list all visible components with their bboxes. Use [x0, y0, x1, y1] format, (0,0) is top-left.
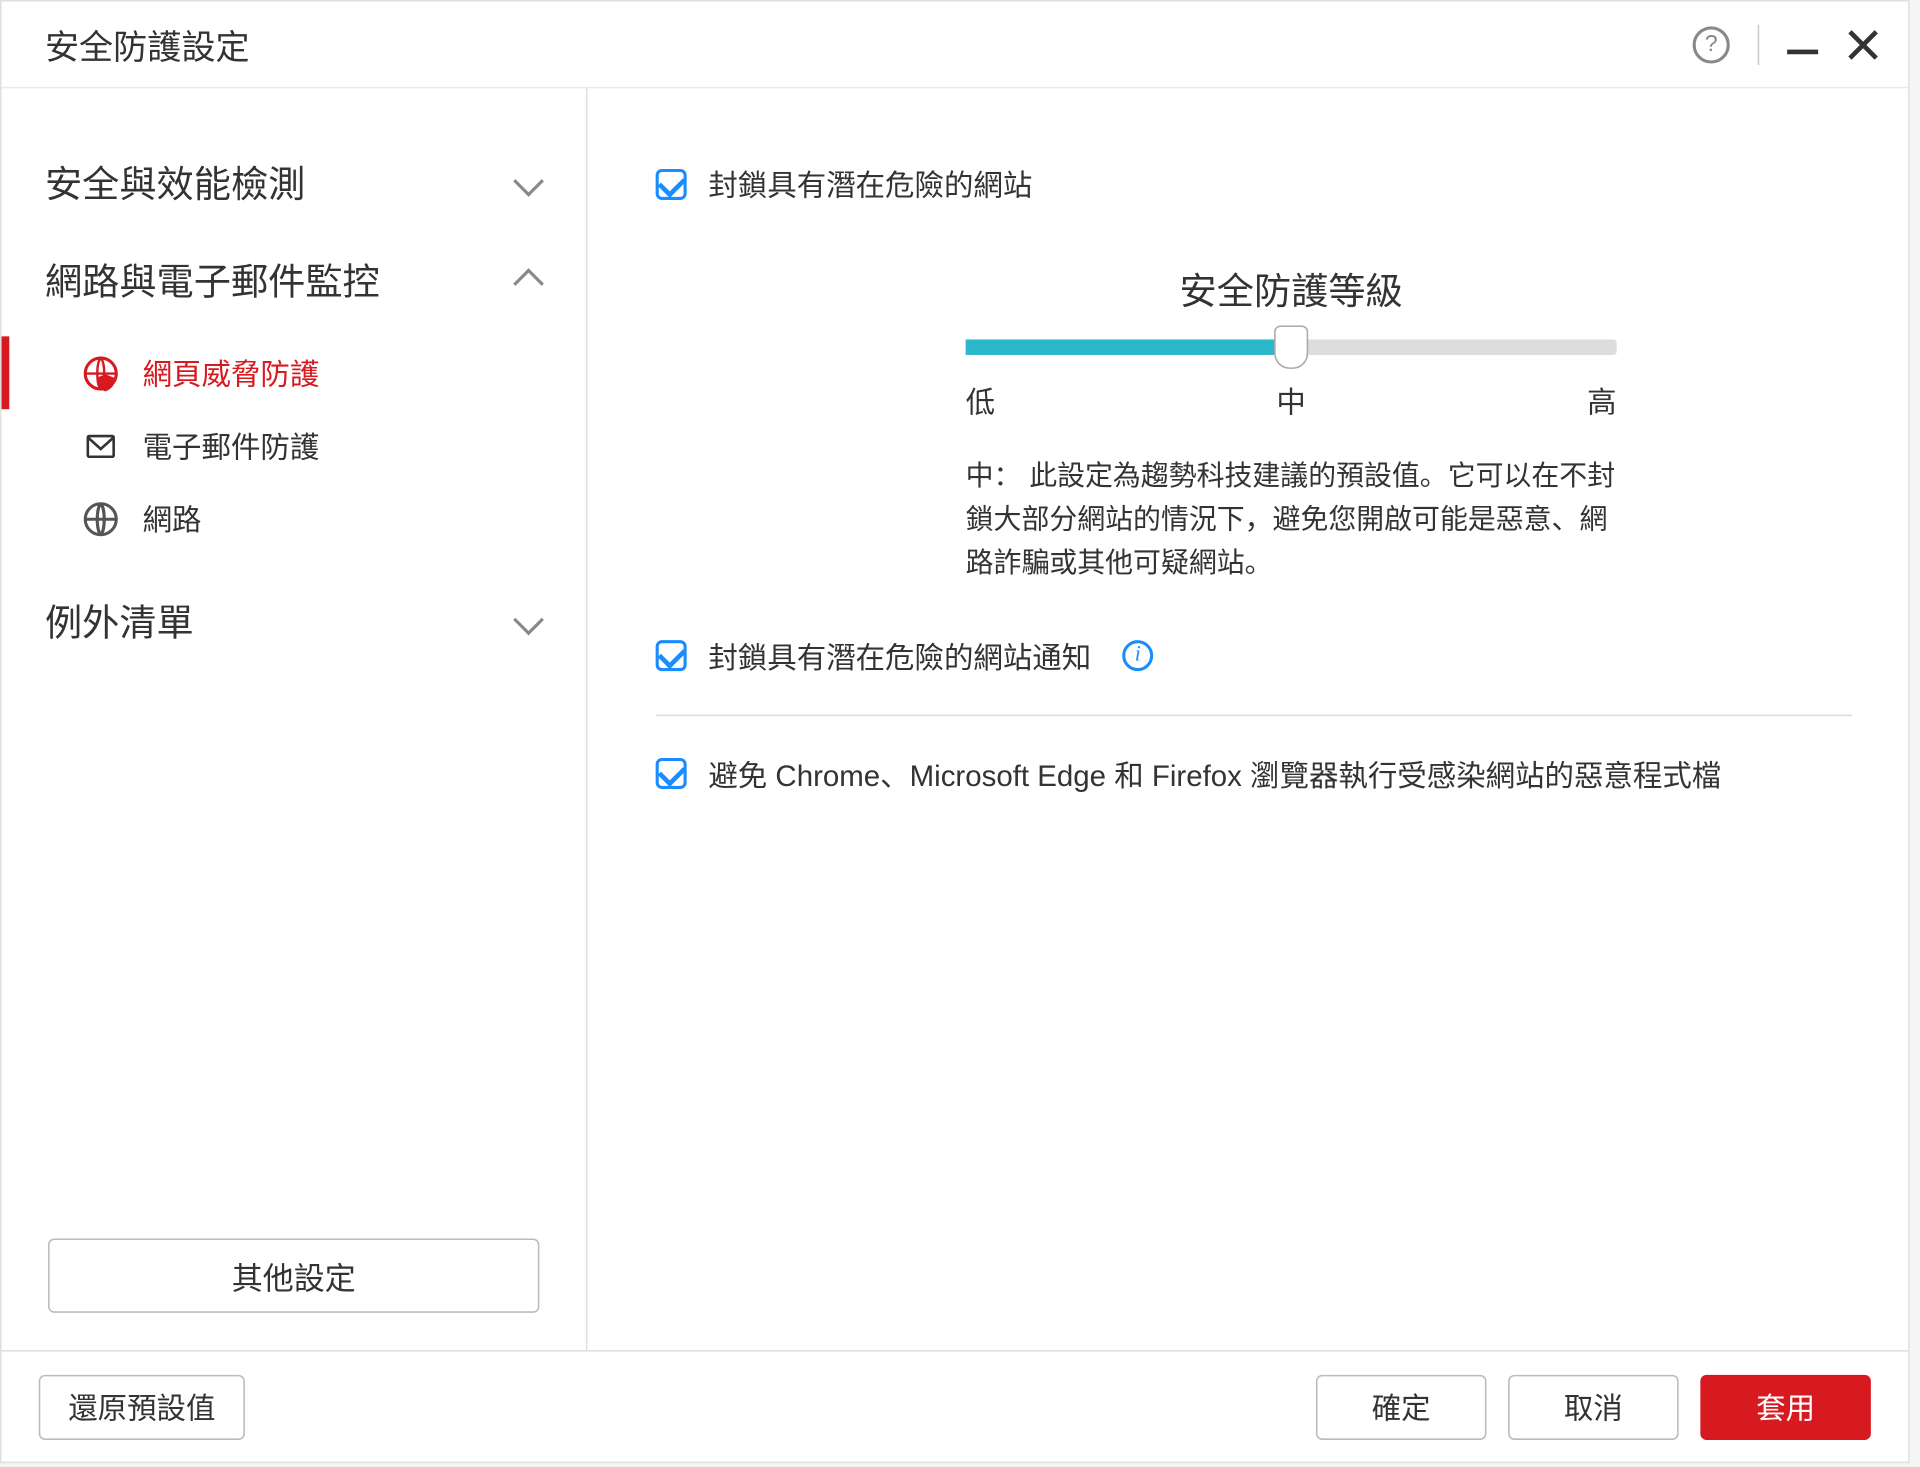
button-label: 取消 [1564, 1386, 1623, 1428]
other-settings-button[interactable]: 其他設定 [48, 1238, 539, 1312]
content-panel: 封鎖具有潛在危險的網站 安全防護等級 低 中 高 中： 此設定為趨勢科技建議的預… [587, 88, 1908, 1350]
close-icon[interactable] [1846, 27, 1880, 61]
slider-labels: 低 中 高 [966, 380, 1617, 422]
button-label: 還原預設值 [68, 1386, 215, 1428]
sidebar-item-network[interactable]: 網路 [2, 482, 586, 555]
checkbox-browser-protection[interactable] [656, 758, 687, 789]
button-label: 確定 [1372, 1386, 1431, 1428]
divider [656, 714, 1853, 716]
slider-description: 中： 此設定為趨勢科技建議的預設值。它可以在不封鎖大部分網站的情況下，避免您開啟… [966, 456, 1617, 586]
slider-label-high: 高 [1587, 380, 1616, 422]
chevron-down-icon [513, 165, 544, 196]
check-block-risky-sites: 封鎖具有潛在危險的網站 [656, 150, 1853, 217]
globe-net-icon [81, 498, 121, 538]
sidebar-item-label: 電子郵件防護 [143, 425, 320, 467]
other-settings-label: 其他設定 [232, 1253, 356, 1298]
window-title: 安全防護設定 [45, 19, 1693, 69]
chevron-down-icon [513, 604, 544, 635]
apply-button[interactable]: 套用 [1700, 1374, 1871, 1439]
sidebar-section-network-mail[interactable]: 網路與電子郵件監控 [2, 229, 586, 327]
window-controls: ? [1693, 24, 1881, 64]
slider-label-low: 低 [966, 380, 995, 422]
ok-button[interactable]: 確定 [1316, 1374, 1487, 1439]
check-label: 避免 Chrome、Microsoft Edge 和 Firefox 瀏覽器執行… [708, 753, 1721, 795]
check-block-notifications: 封鎖具有潛在危險的網站通知 i [656, 623, 1853, 690]
sidebar-section-label: 例外清單 [45, 592, 194, 646]
sidebar-item-label: 網路 [143, 498, 202, 540]
sidebar-section-label: 網路與電子郵件監控 [45, 251, 380, 305]
slider-label-mid: 中 [1276, 380, 1305, 422]
sidebar-item-label: 網頁威脅防護 [143, 352, 320, 394]
info-icon[interactable]: i [1122, 640, 1153, 671]
globe-shield-icon [81, 353, 121, 393]
mail-icon [81, 425, 121, 465]
minimize-icon[interactable] [1787, 50, 1818, 55]
sidebar-section-exceptions[interactable]: 例外清單 [2, 570, 586, 668]
sidebar-section-security-performance[interactable]: 安全與效能檢測 [2, 132, 586, 230]
sidebar-section-label: 安全與效能檢測 [45, 153, 305, 207]
check-label: 封鎖具有潛在危險的網站通知 [708, 635, 1091, 677]
check-browser-protection: 避免 Chrome、Microsoft Edge 和 Firefox 瀏覽器執行… [656, 740, 1853, 807]
slider-fill [966, 339, 1291, 355]
slider-track[interactable] [966, 339, 1617, 355]
footer: 還原預設值 確定 取消 套用 [2, 1350, 1908, 1462]
sidebar-item-mail-protect[interactable]: 電子郵件防護 [2, 409, 586, 482]
sidebar: 安全與效能檢測 網路與電子郵件監控 網頁威脅防護 電子 [2, 88, 588, 1350]
protection-level-block: 安全防護等級 低 中 高 中： 此設定為趨勢科技建議的預設值。它可以在不封鎖大部… [966, 260, 1617, 585]
button-label: 套用 [1756, 1386, 1815, 1428]
titlebar: 安全防護設定 ? [2, 2, 1908, 89]
settings-window: 安全防護設定 ? 安全與效能檢測 網路與電子郵件監控 [0, 0, 1910, 1463]
checkbox-block-notifications[interactable] [656, 640, 687, 671]
titlebar-divider [1758, 24, 1760, 64]
checkbox-block-risky-sites[interactable] [656, 168, 687, 199]
chevron-up-icon [513, 268, 544, 299]
slider-thumb[interactable] [1274, 326, 1308, 369]
sidebar-spacer [2, 668, 586, 1238]
restore-defaults-button[interactable]: 還原預設值 [39, 1374, 245, 1439]
cancel-button[interactable]: 取消 [1508, 1374, 1679, 1439]
body-area: 安全與效能檢測 網路與電子郵件監控 網頁威脅防護 電子 [2, 88, 1908, 1350]
sidebar-item-web-threat[interactable]: 網頁威脅防護 [2, 336, 586, 409]
sidebar-subitems: 網頁威脅防護 電子郵件防護 網路 [2, 327, 586, 570]
check-label: 封鎖具有潛在危險的網站 [708, 163, 1032, 205]
slider-title: 安全防護等級 [966, 260, 1617, 314]
help-icon[interactable]: ? [1693, 26, 1730, 63]
